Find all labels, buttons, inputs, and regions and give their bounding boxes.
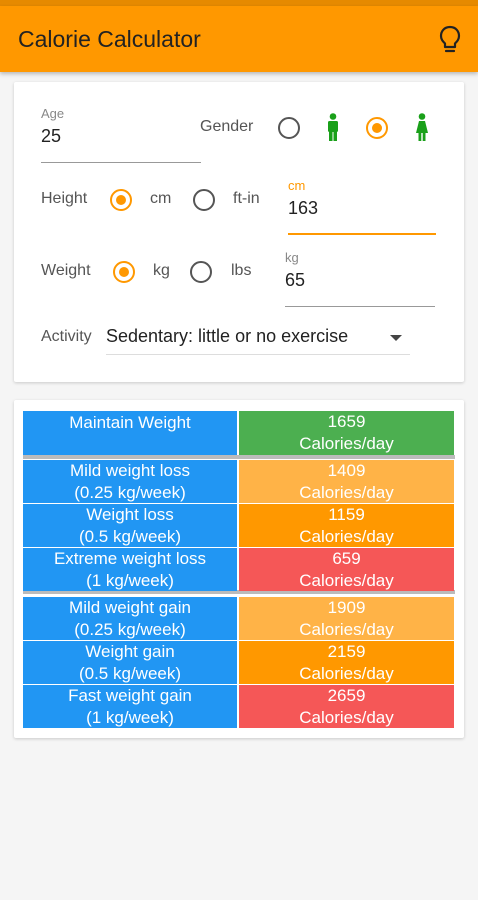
result-rate: (0.5 kg/week): [78, 526, 182, 546]
result-value-cell: 2159 Calories/day: [239, 641, 454, 684]
age-label: Age: [41, 106, 65, 121]
result-rate: (0.5 kg/week): [78, 663, 182, 683]
activity-label: Activity: [41, 328, 92, 345]
app-title: Calorie Calculator: [18, 26, 201, 52]
result-calories: 1409: [327, 460, 366, 480]
gender-female-radio[interactable]: [366, 117, 388, 139]
result-calories: 2659: [327, 685, 366, 705]
result-unit: Calories/day: [299, 482, 394, 502]
height-cm-label: cm: [150, 190, 172, 207]
lightbulb-icon[interactable]: [436, 24, 464, 56]
result-calories: 2159: [327, 641, 366, 661]
weight-kg-label: kg: [153, 262, 170, 279]
result-label-cell: Maintain Weight: [23, 411, 237, 455]
result-unit: Calories/day: [299, 619, 394, 639]
result-name: Mild weight gain: [69, 597, 191, 617]
input-card: Age 25 Gender Height cm ft-in cm 163 Wei…: [14, 82, 464, 382]
height-underline: [288, 233, 436, 235]
activity-underline: [106, 354, 410, 355]
age-input[interactable]: 25: [41, 126, 61, 147]
chevron-down-icon[interactable]: [390, 335, 402, 341]
result-name: Mild weight loss: [70, 460, 190, 480]
result-unit: Calories/day: [299, 663, 394, 683]
weight-unit-label: kg: [285, 250, 299, 265]
weight-underline: [285, 306, 435, 307]
age-underline: [41, 162, 201, 163]
result-unit: Calories/day: [299, 707, 394, 727]
results-card: Maintain Weight 1659 Calories/day Mild weig…: [14, 400, 464, 738]
height-input[interactable]: 163: [288, 198, 318, 219]
result-name: Fast weight gain: [68, 685, 192, 705]
result-value-cell: 1409 Calories/day: [239, 460, 454, 503]
result-name: Extreme weight loss: [53, 548, 207, 568]
result-calories: 1909: [327, 597, 366, 617]
result-calories: 659: [332, 548, 361, 568]
result-calories: 1659: [327, 412, 366, 431]
result-label-cell: Extreme weight loss (1 kg/week): [23, 548, 237, 591]
weight-label: Weight: [41, 262, 91, 279]
weight-lbs-label: lbs: [231, 262, 252, 279]
result-unit: Calories/day: [299, 570, 394, 590]
result-value-cell: 1159 Calories/day: [239, 504, 454, 547]
weight-kg-radio[interactable]: [113, 261, 135, 283]
height-cm-radio[interactable]: [110, 189, 132, 211]
result-value-cell: 1909 Calories/day: [239, 597, 454, 640]
result-label-cell: Mild weight loss (0.25 kg/week): [23, 460, 237, 503]
result-rate: (1 kg/week): [86, 707, 174, 727]
result-calories: 1159: [328, 504, 365, 524]
result-rate: (0.25 kg/week): [74, 482, 186, 502]
height-ftin-label: ft-in: [233, 190, 260, 207]
result-label-cell: Weight gain (0.5 kg/week): [23, 641, 237, 684]
table-separator: [23, 455, 455, 459]
result-value-cell: 2659 Calories/day: [239, 685, 454, 728]
result-rate: (1 kg/week): [86, 570, 174, 590]
result-value-cell: 1659 Calories/day: [239, 411, 454, 455]
app-bar: Calorie Calculator: [0, 6, 478, 72]
weight-lbs-radio[interactable]: [190, 261, 212, 283]
result-name: Weight loss: [86, 504, 174, 524]
result-unit: Calories/day: [299, 526, 394, 546]
female-icon: [416, 113, 428, 141]
result-value-cell: 659 Calories/day: [239, 548, 454, 591]
result-unit: Calories/day: [299, 434, 394, 453]
gender-male-radio[interactable]: [278, 117, 300, 139]
height-unit-label: cm: [288, 178, 306, 193]
result-label-cell: Mild weight gain (0.25 kg/week): [23, 597, 237, 640]
result-rate: (0.25 kg/week): [74, 619, 186, 639]
result-label-cell: Weight loss (0.5 kg/week): [23, 504, 237, 547]
result-label-cell: Fast weight gain (1 kg/week): [23, 685, 237, 728]
result-name: Maintain Weight: [69, 413, 191, 432]
height-ftin-radio[interactable]: [193, 189, 215, 211]
male-icon: [328, 113, 338, 141]
height-label: Height: [41, 190, 88, 207]
activity-dropdown[interactable]: Sedentary: little or no exercise: [106, 326, 348, 347]
result-name: Weight gain: [85, 641, 175, 661]
gender-label: Gender: [200, 118, 254, 135]
weight-input[interactable]: 65: [285, 270, 305, 291]
